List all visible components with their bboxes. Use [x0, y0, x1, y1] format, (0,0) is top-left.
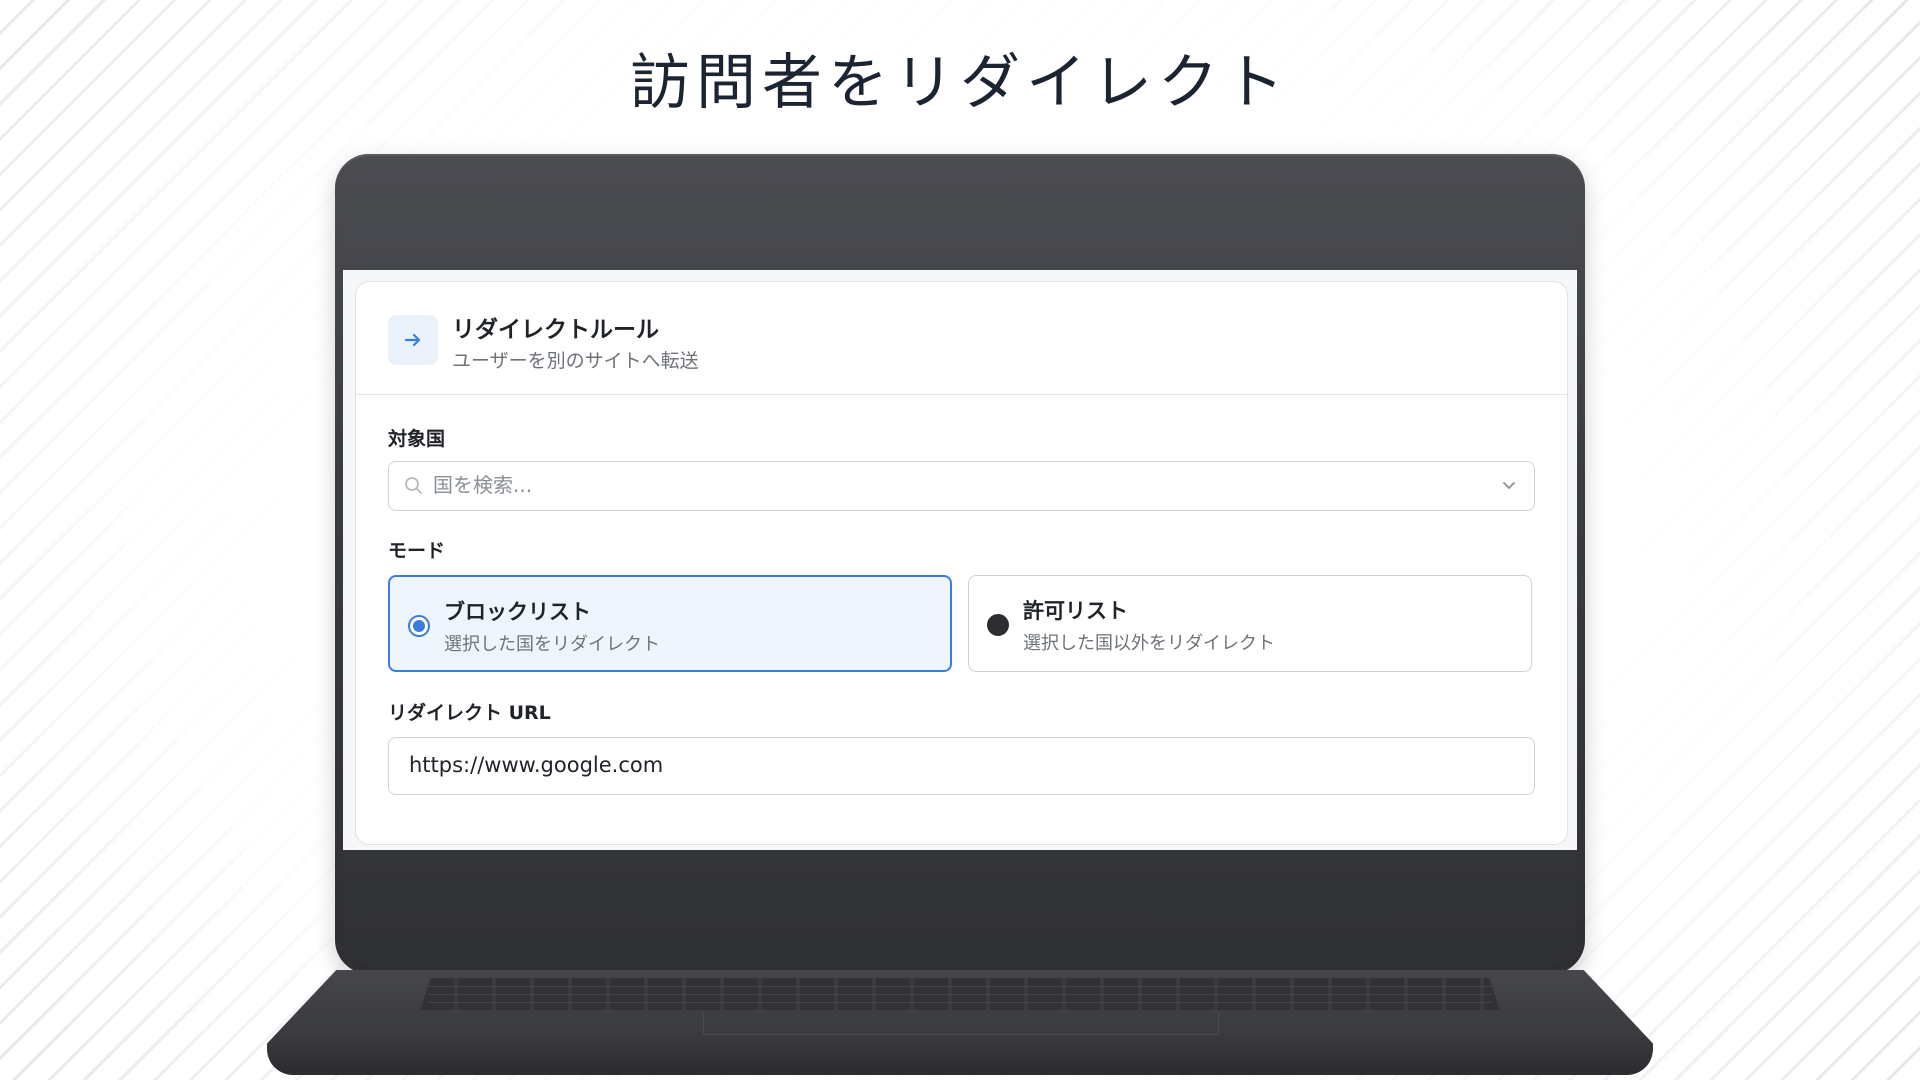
mode-option-allowlist[interactable]: 許可リスト 選択した国以外をリダイレクト — [968, 575, 1532, 672]
mode-option-title: ブロックリスト — [444, 600, 591, 624]
country-select[interactable] — [388, 461, 1535, 511]
mode-option-title: 許可リスト — [1023, 599, 1128, 623]
redirect-url-input[interactable] — [409, 738, 1509, 792]
page-headline: 訪問者をリダイレクト — [630, 48, 1290, 118]
keyboard-row — [428, 986, 1492, 987]
card-subtitle: ユーザーを別のサイトへ転送 — [452, 350, 699, 372]
redirect-url-label: リダイレクト URL — [388, 702, 551, 724]
keyboard-row — [428, 994, 1492, 995]
card-header: リダイレクトルール ユーザーを別のサイトへ転送 — [356, 282, 1567, 395]
mode-option-description: 選択した国をリダイレクト — [444, 634, 660, 655]
countries-label: 対象国 — [388, 428, 446, 450]
redirect-url-field[interactable] — [388, 737, 1535, 795]
radio-unselected[interactable] — [987, 614, 1009, 636]
radio-selected[interactable] — [408, 615, 430, 637]
mode-option-blocklist[interactable]: ブロックリスト 選択した国をリダイレクト — [388, 575, 952, 672]
arrow-right-icon — [388, 315, 438, 365]
redirect-rule-card: リダイレクトルール ユーザーを別のサイトへ転送 対象国 モード ブロックリスト … — [355, 281, 1568, 845]
search-icon — [403, 475, 425, 501]
country-search-input[interactable] — [433, 462, 1473, 508]
chevron-down-icon[interactable] — [1498, 474, 1520, 500]
mode-label: モード — [388, 540, 446, 562]
card-title: リダイレクトルール — [452, 317, 659, 343]
laptop-trackpad — [703, 1012, 1219, 1035]
mode-option-description: 選択した国以外をリダイレクト — [1023, 633, 1275, 654]
keyboard-row — [428, 1002, 1492, 1003]
